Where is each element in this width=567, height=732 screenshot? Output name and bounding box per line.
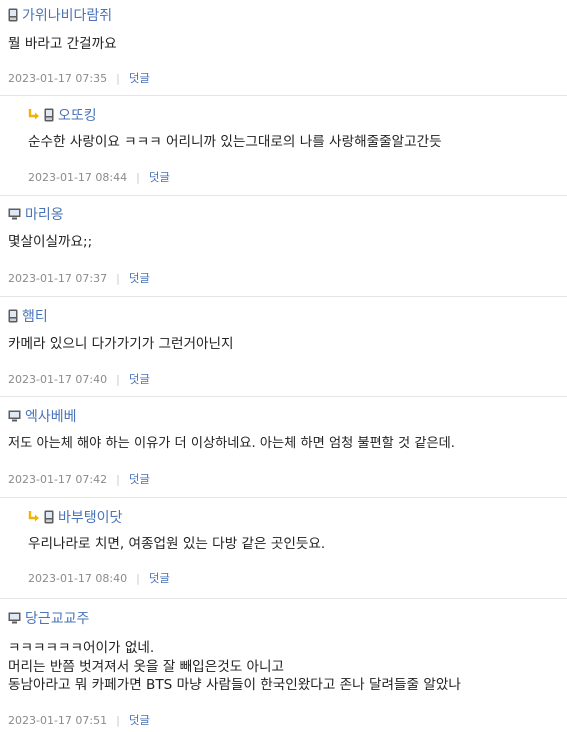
comment-text: 순수한 사랑이요 ㅋㅋㅋ 어리니까 있는그대로의 나를 사랑해줄줄알고간듯 (28, 134, 442, 152)
reply-link[interactable]: 덧글 (129, 270, 150, 286)
comment-author[interactable]: 오또킹 (58, 105, 97, 125)
comment-item: 가위나비다람쥐 뭘 바라고 간걸까요 2023-01-17 07:35 | 덧글 (0, 0, 567, 96)
comment-timestamp: 2023-01-17 08:40 (28, 571, 128, 585)
mobile-device-icon (8, 8, 18, 22)
comment-header: 오또킹 (28, 106, 97, 124)
comment-text-line: 동남아라고 뭐 카페가면 BTS 마냥 사람들이 한국인왔다고 존나 달려들줄 … (8, 677, 461, 693)
comment-author[interactable]: 마리옹 (25, 204, 64, 224)
mobile-device-icon (8, 309, 18, 323)
comment-text-line: ㅋㅋㅋㅋㅋㅋ어이가 없네. (8, 640, 155, 656)
comment-timestamp: 2023-01-17 07:42 (8, 472, 108, 486)
meta-separator: | (116, 713, 120, 727)
meta-separator: | (116, 472, 120, 486)
comment-header: 마리옹 (8, 205, 64, 223)
comment-item: 당근교교주 ㅋㅋㅋㅋㅋㅋ어이가 없네. 머리는 반쯤 벗겨져서 옷을 잘 빼입은… (0, 599, 567, 732)
comment-author[interactable]: 바부탱이닷 (58, 507, 122, 527)
comment-author[interactable]: 엑사베베 (25, 406, 77, 426)
comment-meta: 2023-01-17 07:42 | 덧글 (8, 471, 150, 487)
comment-header: 엑사베베 (8, 407, 77, 425)
comment-item: 마리옹 몇살이실까요;; 2023-01-17 07:37 | 덧글 (0, 196, 567, 297)
comment-meta: 2023-01-17 07:40 | 덧글 (8, 371, 150, 387)
comment-text: 저도 아는체 해야 하는 이유가 더 이상하네요. 아는체 하면 엄청 불편할 … (8, 435, 455, 453)
comment-text-line: 카메라 있으니 다가가기가 그런거아닌지 (8, 336, 234, 352)
reply-link[interactable]: 덧글 (129, 371, 150, 387)
comment-meta: 2023-01-17 07:51 | 덧글 (8, 712, 150, 728)
reply-link[interactable]: 덧글 (129, 712, 150, 728)
comment-author[interactable]: 당근교교주 (25, 608, 89, 628)
pc-monitor-icon (8, 410, 21, 422)
comment-text: 카메라 있으니 다가가기가 그런거아닌지 (8, 336, 234, 354)
comment-timestamp: 2023-01-17 08:44 (28, 170, 128, 184)
mobile-device-icon (44, 108, 54, 122)
comment-header: 바부탱이닷 (28, 508, 122, 526)
comment-text: ㅋㅋㅋㅋㅋㅋ어이가 없네. 머리는 반쯤 벗겨져서 옷을 잘 빼입은것도 아니고… (8, 639, 461, 695)
meta-separator: | (136, 571, 140, 585)
comment-header: 당근교교주 (8, 609, 89, 627)
comment-author[interactable]: 햄티 (22, 306, 48, 326)
reply-link[interactable]: 덧글 (129, 70, 150, 86)
pc-monitor-icon (8, 208, 21, 220)
meta-separator: | (136, 170, 140, 184)
comment-reply-item: 오또킹 순수한 사랑이요 ㅋㅋㅋ 어리니까 있는그대로의 나를 사랑해줄줄알고간… (0, 96, 567, 196)
comment-text-line: 뭘 바라고 간걸까요 (8, 36, 117, 52)
comment-list: 가위나비다람쥐 뭘 바라고 간걸까요 2023-01-17 07:35 | 덧글… (0, 0, 567, 732)
meta-separator: | (116, 71, 120, 85)
reply-link[interactable]: 덧글 (149, 570, 170, 586)
comment-header: 가위나비다람쥐 (8, 6, 112, 24)
pc-monitor-icon (8, 612, 21, 624)
comment-timestamp: 2023-01-17 07:40 (8, 372, 108, 386)
comment-reply-item: 바부탱이닷 우리나라로 치면, 여종업원 있는 다방 같은 곳인듯요. 2023… (0, 498, 567, 599)
reply-link[interactable]: 덧글 (129, 471, 150, 487)
comment-item: 엑사베베 저도 아는체 해야 하는 이유가 더 이상하네요. 아는체 하면 엄청… (0, 397, 567, 498)
comment-meta: 2023-01-17 07:35 | 덧글 (8, 70, 150, 86)
comment-text: 뭘 바라고 간걸까요 (8, 36, 117, 54)
comment-meta: 2023-01-17 07:37 | 덧글 (8, 270, 150, 286)
reply-link[interactable]: 덧글 (149, 169, 170, 185)
comment-text-line: 몇살이실까요;; (8, 234, 93, 250)
comment-meta: 2023-01-17 08:40 | 덧글 (28, 570, 170, 586)
comment-text-line: 우리나라로 치면, 여종업원 있는 다방 같은 곳인듯요. (28, 536, 326, 552)
comment-text-line: 저도 아는체 해야 하는 이유가 더 이상하네요. 아는체 하면 엄청 불편할 … (8, 436, 455, 451)
comment-item: 햄티 카메라 있으니 다가가기가 그런거아닌지 2023-01-17 07:40… (0, 297, 567, 397)
comment-text-line: 머리는 반쯤 벗겨져서 옷을 잘 빼입은것도 아니고 (8, 658, 285, 675)
comment-author[interactable]: 가위나비다람쥐 (22, 5, 112, 25)
reply-arrow-icon (28, 511, 39, 522)
comment-meta: 2023-01-17 08:44 | 덧글 (28, 169, 170, 185)
comment-text: 우리나라로 치면, 여종업원 있는 다방 같은 곳인듯요. (28, 536, 325, 554)
comment-timestamp: 2023-01-17 07:35 (8, 71, 108, 85)
meta-separator: | (116, 271, 120, 285)
meta-separator: | (116, 372, 120, 386)
comment-header: 햄티 (8, 307, 48, 325)
comment-text: 몇살이실까요;; (8, 234, 92, 252)
mobile-device-icon (44, 510, 54, 524)
comment-timestamp: 2023-01-17 07:51 (8, 713, 108, 727)
comment-timestamp: 2023-01-17 07:37 (8, 271, 108, 285)
reply-arrow-icon (28, 109, 39, 120)
comment-text-line: 순수한 사랑이요 ㅋㅋㅋ 어리니까 있는그대로의 나를 사랑해줄줄알고간듯 (28, 134, 442, 150)
